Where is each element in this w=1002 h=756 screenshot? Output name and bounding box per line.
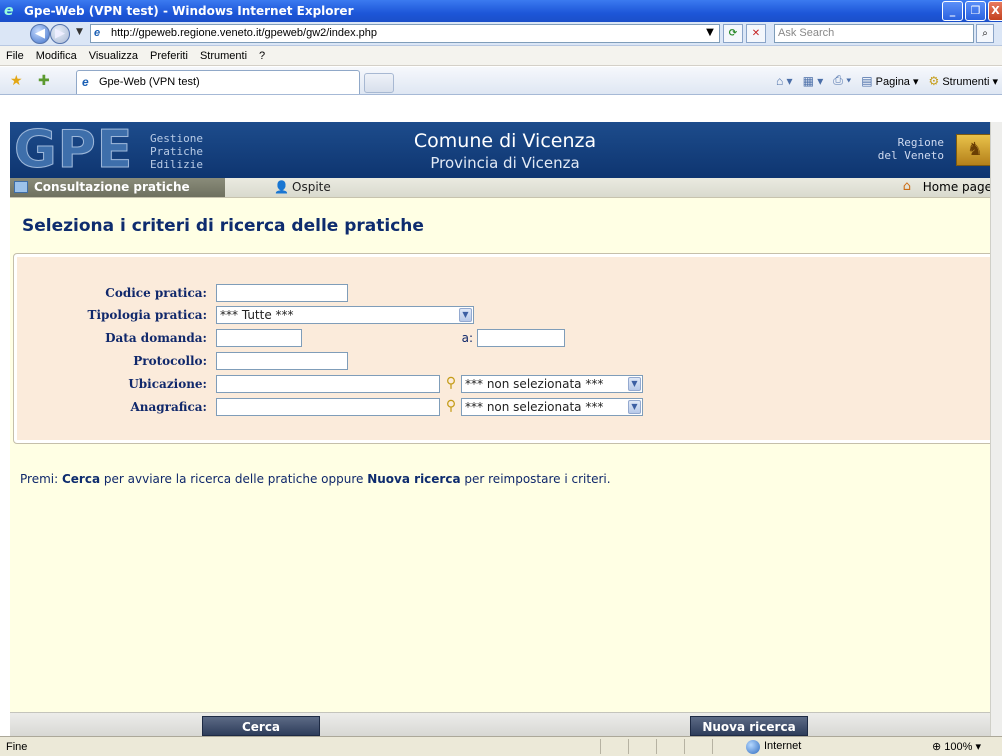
vertical-scrollbar[interactable] (990, 122, 1002, 736)
monitor-icon (14, 181, 28, 193)
menu-file[interactable]: File (6, 50, 24, 62)
menu-visualizza[interactable]: Visualizza (89, 50, 138, 62)
ubicazione-select[interactable]: *** non selezionata *** ▼ (461, 375, 643, 393)
search-icon[interactable]: ⌕ (976, 24, 994, 43)
data-domanda-label: Data domanda: (105, 331, 207, 345)
tab-bar: ★ ✚ e Gpe-Web (VPN test) ⌂ ▾ ▦ ▾ ⎙ ▾ ▤ P… (0, 67, 1002, 95)
data-domanda-to-input[interactable] (477, 329, 565, 347)
history-dropdown-icon[interactable]: ▼ (76, 27, 83, 37)
tab-label: Gpe-Web (VPN test) (99, 76, 200, 88)
maximize-button[interactable]: ❐ (965, 1, 986, 21)
search-criteria-panel: Codice pratica: Tipologia pratica: *** T… (13, 253, 995, 444)
user-indicator: 👤 Ospite (274, 180, 331, 194)
codice-pratica-input[interactable] (216, 284, 348, 302)
user-icon: 👤 (274, 180, 289, 194)
url-text: http://gpeweb.regione.veneto.it/gpeweb/g… (111, 27, 378, 39)
menu-help[interactable]: ? (259, 50, 265, 62)
status-divider (628, 739, 629, 754)
nuova-ricerca-button[interactable]: Nuova ricerca (690, 716, 808, 736)
pagina-menu[interactable]: ▤ Pagina ▾ (861, 74, 918, 88)
anagrafica-search-icon[interactable]: ⚲ (443, 398, 459, 414)
section-consultazione[interactable]: Consultazione pratiche (10, 178, 225, 197)
menu-preferiti[interactable]: Preferiti (150, 50, 188, 62)
anagrafica-input[interactable] (216, 398, 440, 416)
comune-title: Comune di Vicenza (413, 130, 597, 152)
anagrafica-label: Anagrafica: (130, 400, 207, 414)
window-title: Gpe-Web (VPN test) - Windows Internet Ex… (24, 4, 354, 18)
ie-logo-icon: e (4, 3, 14, 19)
data-domanda-from-input[interactable] (216, 329, 302, 347)
action-bar: Cerca Nuova ricerca (10, 712, 1000, 736)
status-divider (684, 739, 685, 754)
address-toolbar: ◀ ▶ ▼ e http://gpeweb.regione.veneto.it/… (0, 22, 1002, 46)
status-divider (712, 739, 713, 754)
refresh-icon[interactable]: ⟳ (723, 24, 743, 43)
ubicazione-search-icon[interactable]: ⚲ (443, 375, 459, 391)
close-button[interactable]: X (988, 1, 1002, 21)
provincia-subtitle: Provincia di Vicenza (430, 154, 580, 172)
chevron-down-icon: ▼ (459, 308, 472, 322)
home-icon: ⌂ (902, 179, 912, 194)
favorites-star-icon[interactable]: ★ (10, 73, 23, 89)
forward-button[interactable]: ▶ (50, 24, 70, 44)
tab-gpe-web[interactable]: e Gpe-Web (VPN test) (76, 70, 360, 94)
minimize-button[interactable]: _ (942, 1, 963, 21)
command-bar: ⌂ ▾ ▦ ▾ ⎙ ▾ ▤ Pagina ▾ ⚙ Strumenti ▾ (776, 73, 998, 88)
home-icon[interactable]: ⌂ ▾ (776, 74, 793, 88)
codice-pratica-label: Codice pratica: (105, 286, 207, 300)
chevron-down-icon: ▼ (628, 400, 641, 414)
chevron-down-icon: ▼ (628, 377, 641, 391)
tipologia-pratica-select[interactable]: *** Tutte *** ▼ (216, 306, 474, 324)
ubicazione-input[interactable] (216, 375, 440, 393)
back-button[interactable]: ◀ (30, 24, 50, 44)
sub-navigation: Consultazione pratiche 👤 Ospite ⌂ Home p… (10, 178, 1000, 198)
cerca-button[interactable]: Cerca (202, 716, 320, 736)
stop-icon[interactable]: ✕ (746, 24, 766, 43)
status-bar: Fine Internet ⊕ 100% ▾ (0, 736, 1002, 756)
feeds-icon[interactable]: ▦ ▾ (803, 74, 824, 88)
page-icon: e (94, 27, 101, 39)
instructions-text: Premi: Cerca per avviare la ricerca dell… (20, 472, 611, 486)
add-favorite-icon[interactable]: ✚ (38, 73, 50, 89)
menu-strumenti[interactable]: Strumenti (200, 50, 247, 62)
menu-bar: File Modifica Visualizza Preferiti Strum… (0, 46, 1002, 66)
anagrafica-select[interactable]: *** non selezionata *** ▼ (461, 398, 643, 416)
zoom-level[interactable]: ⊕ 100% ▾ (932, 740, 981, 753)
protocollo-input[interactable] (216, 352, 348, 370)
status-divider (600, 739, 601, 754)
strumenti-menu[interactable]: ⚙ Strumenti ▾ (929, 74, 998, 88)
security-zone: Internet (746, 740, 801, 754)
tab-page-icon: e (82, 75, 89, 89)
data-a-label: a: (461, 331, 473, 345)
window-title-bar: e Gpe-Web (VPN test) - Windows Internet … (0, 0, 1002, 22)
tipologia-pratica-label: Tipologia pratica: (87, 308, 207, 322)
search-input[interactable]: Ask Search (774, 24, 974, 43)
address-bar[interactable]: e http://gpeweb.regione.veneto.it/gpeweb… (90, 24, 720, 43)
status-divider (656, 739, 657, 754)
home-page-link[interactable]: ⌂ Home page (903, 178, 992, 197)
globe-icon (746, 740, 760, 754)
regione-label: Regione del Veneto (877, 136, 944, 162)
regione-lion-logo: ♞ (956, 134, 994, 166)
protocollo-label: Protocollo: (133, 354, 207, 368)
status-text: Fine (6, 741, 28, 753)
main-content: Seleziona i criteri di ricerca delle pra… (10, 198, 1000, 712)
window-controls: _ ❐ X (942, 1, 1002, 21)
page-title: Seleziona i criteri di ricerca delle pra… (22, 216, 424, 236)
menu-modifica[interactable]: Modifica (36, 50, 77, 62)
print-icon[interactable]: ⎙ ▾ (833, 73, 851, 88)
new-tab-button[interactable] (364, 73, 394, 93)
address-dropdown-icon[interactable]: ▼ (702, 24, 718, 43)
ubicazione-label: Ubicazione: (128, 377, 207, 391)
app-header: GPE Gestione Pratiche Edilizie Comune di… (10, 122, 1000, 178)
